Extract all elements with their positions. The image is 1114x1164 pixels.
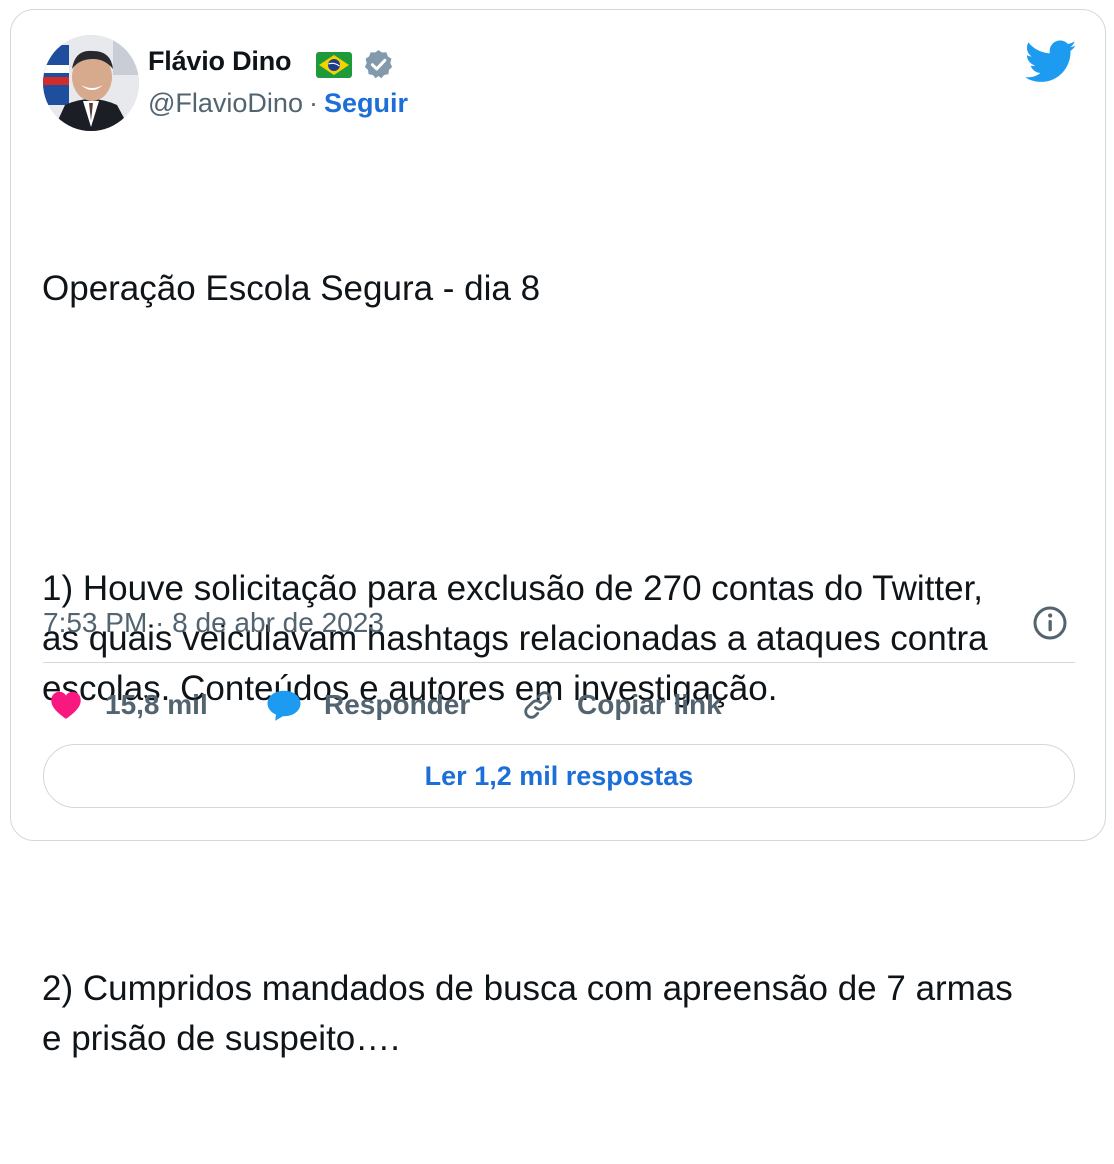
heart-icon — [51, 691, 81, 719]
tweet-text: Operação Escola Segura - dia 8 1) Houve … — [42, 164, 1082, 1164]
speech-bubble-icon — [267, 690, 301, 721]
reply-label: Responder — [324, 689, 471, 720]
read-replies-label: Ler 1,2 mil respostas — [424, 760, 694, 791]
reply-button[interactable]: Responder — [266, 683, 470, 727]
separator: · — [308, 88, 318, 118]
avatar[interactable] — [43, 35, 139, 131]
author-handle[interactable]: @FlavioDino — [148, 88, 303, 118]
handle-row: @FlavioDino · Seguir — [148, 88, 408, 119]
tweet-line: 2) Cumpridos mandados de busca com apree… — [42, 969, 1023, 1058]
tweet-timestamp[interactable]: 7:53 PM · 8 de abr de 2023 — [43, 607, 384, 639]
read-replies-button[interactable]: Ler 1,2 mil respostas — [43, 744, 1075, 808]
author-name[interactable]: Flávio Dino — [148, 46, 292, 77]
twitter-bird-icon[interactable] — [1025, 40, 1077, 84]
link-icon — [524, 691, 552, 719]
avatar-image — [43, 35, 139, 131]
brazil-flag-icon — [316, 52, 352, 78]
tweet-card: Flávio Dino @FlavioDino · Seguir Operação … — [10, 9, 1106, 1058]
like-count: 15,8 mil — [105, 689, 208, 720]
copy-link-label: Copiar link — [577, 689, 722, 720]
follow-link[interactable]: Seguir — [324, 88, 408, 118]
divider — [43, 662, 1075, 663]
like-button[interactable]: 15,8 mil — [49, 683, 208, 727]
info-icon[interactable] — [1032, 605, 1068, 641]
copy-link-button[interactable]: Copiar link — [521, 683, 722, 727]
verified-badge-icon — [364, 50, 393, 79]
tweet-line: Operação Escola Segura - dia 8 — [42, 269, 541, 308]
